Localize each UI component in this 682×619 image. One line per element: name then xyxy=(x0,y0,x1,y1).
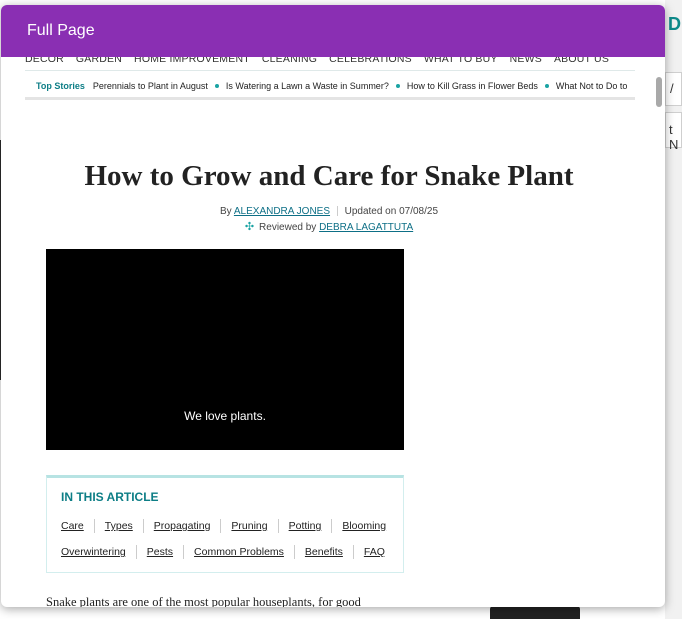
toc-link-blooming[interactable]: Blooming xyxy=(331,519,396,533)
toc-link-benefits[interactable]: Benefits xyxy=(293,545,353,559)
article-title: How to Grow and Care for Snake Plant xyxy=(84,160,574,192)
video-caption: We love plants. xyxy=(184,409,266,423)
toc-link-pruning[interactable]: Pruning xyxy=(220,519,277,533)
background-box: / xyxy=(665,72,682,106)
bullet-dot-icon xyxy=(395,84,400,88)
toc-row: Care Types Propagating Pruning Potting B… xyxy=(61,519,396,533)
top-story-link[interactable]: Is Watering a Lawn a Waste in Summer? xyxy=(226,81,389,91)
table-of-contents: IN THIS ARTICLE Care Types Propagating P… xyxy=(46,475,404,573)
scrollbar-thumb[interactable] xyxy=(656,77,662,107)
reviewed-check-icon: ✣ xyxy=(244,221,255,233)
background-right-edge: D / t N xyxy=(665,0,682,619)
updated-date: Updated on 07/08/25 xyxy=(344,206,439,217)
nav-item-about-us[interactable]: ABOUT US xyxy=(554,57,609,67)
top-story-link[interactable]: What Not to Do to xyxy=(556,81,628,91)
top-story-link[interactable]: Perennials to Plant in August xyxy=(93,81,208,91)
top-stories-bar: Top Stories Perennials to Plant in Augus… xyxy=(25,75,635,97)
nav-item-decor[interactable]: DECOR xyxy=(25,57,64,67)
modal-title: Full Page xyxy=(27,22,95,39)
reviewed-prefix: Reviewed by xyxy=(259,222,317,233)
toc-link-common-problems[interactable]: Common Problems xyxy=(183,545,294,559)
toc-link-faq[interactable]: FAQ xyxy=(352,545,395,559)
by-prefix: By xyxy=(219,206,232,217)
toc-link-propagating[interactable]: Propagating xyxy=(142,519,221,533)
author-link[interactable]: ALEXANDRA JONES xyxy=(234,206,330,217)
background-logo-icon: D xyxy=(668,14,681,34)
nav-item-cleaning[interactable]: CLEANING xyxy=(262,57,317,67)
modal-header: Full Page xyxy=(1,5,665,57)
top-stories-label: Top Stories xyxy=(36,81,85,91)
toc-link-overwintering[interactable]: Overwintering xyxy=(61,545,136,559)
full-page-modal: Full Page DECOR GARDEN HOME IMPROVEMENT … xyxy=(1,5,665,607)
nav-item-news[interactable]: NEWS xyxy=(510,57,542,67)
divider xyxy=(25,70,635,71)
toc-link-care[interactable]: Care xyxy=(61,519,94,533)
toc-link-types[interactable]: Types xyxy=(93,519,143,533)
background-button xyxy=(490,606,580,619)
byline: By ALEXANDRA JONES Updated on 07/08/25 xyxy=(1,206,657,217)
video-player[interactable]: We love plants. xyxy=(46,249,404,450)
nav-item-garden[interactable]: GARDEN xyxy=(76,57,122,67)
top-nav: DECOR GARDEN HOME IMPROVEMENT CLEANING C… xyxy=(25,57,635,67)
toc-title: IN THIS ARTICLE xyxy=(61,490,159,504)
divider xyxy=(336,206,338,217)
background-box: t N xyxy=(665,112,682,152)
bullet-dot-icon xyxy=(544,84,549,88)
top-story-link[interactable]: How to Kill Grass in Flower Beds xyxy=(407,81,538,91)
nav-item-what-to-buy[interactable]: WHAT TO BUY xyxy=(424,57,498,67)
reviewed-by: ✣ Reviewed by DEBRA LAGATTUTA xyxy=(1,220,657,233)
nav-item-home-improvement[interactable]: HOME IMPROVEMENT xyxy=(134,57,250,67)
reviewer-link[interactable]: DEBRA LAGATTUTA xyxy=(319,222,413,233)
bullet-dot-icon xyxy=(214,84,219,88)
divider xyxy=(25,97,635,100)
article-intro: Snake plants are one of the most popular… xyxy=(46,595,361,607)
toc-link-potting[interactable]: Potting xyxy=(277,519,332,533)
modal-body[interactable]: DECOR GARDEN HOME IMPROVEMENT CLEANING C… xyxy=(1,57,665,607)
toc-link-pests[interactable]: Pests xyxy=(135,545,183,559)
nav-item-celebrations[interactable]: CELEBRATIONS xyxy=(329,57,412,67)
toc-row: Overwintering Pests Common Problems Bene… xyxy=(61,545,395,559)
